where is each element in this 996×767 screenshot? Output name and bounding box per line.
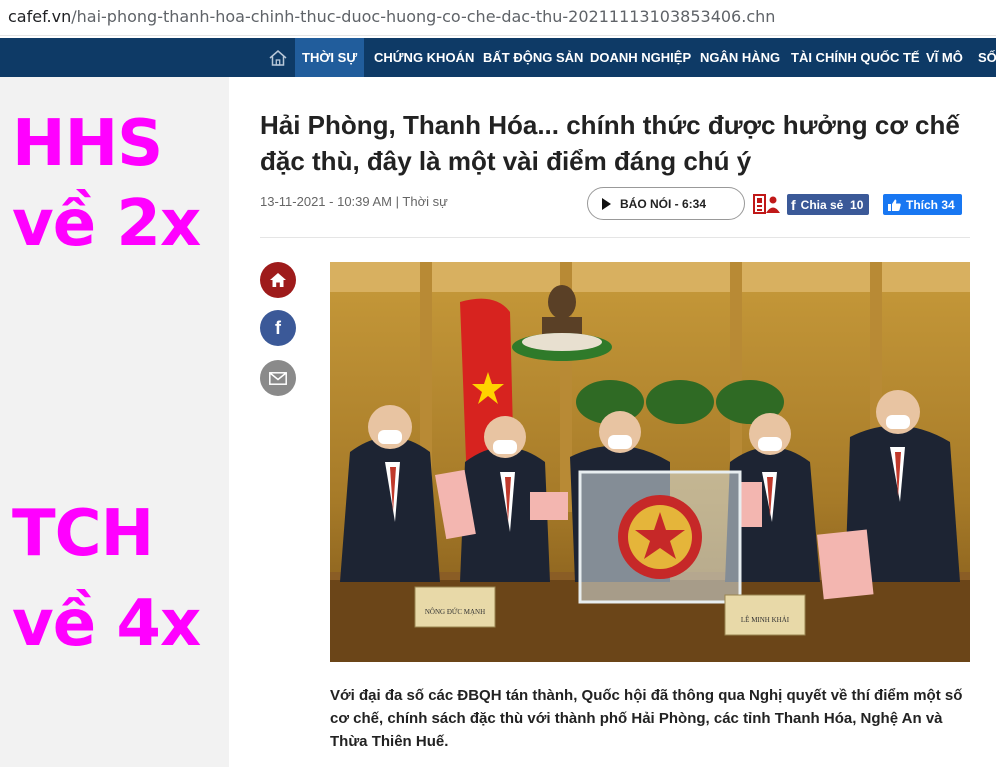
- left-sidebar: HHS về 2x TCH về 4x: [0, 77, 229, 767]
- facebook-icon: f: [791, 196, 796, 213]
- audio-play-button[interactable]: BÁO NÓI - 6:34: [587, 187, 745, 220]
- article-category[interactable]: Thời sự: [402, 194, 447, 209]
- facebook-button[interactable]: f: [260, 310, 296, 346]
- email-button[interactable]: [260, 360, 296, 396]
- overlay-text-hhs: HHS: [12, 107, 163, 181]
- like-label: Thích: [906, 197, 938, 212]
- nameplate-left: NÔNG ĐỨC MẠNH: [425, 608, 485, 616]
- facebook-icon: f: [275, 317, 281, 338]
- article-lead: Với đại đa số các ĐBQH tán thành, Quốc h…: [330, 687, 963, 750]
- share-label: Chia sẻ: [800, 197, 844, 212]
- nameplate-right: LÊ MINH KHẢI: [741, 616, 790, 624]
- mail-icon: [269, 371, 287, 385]
- browser-address-bar[interactable]: cafef.vn/hai-phong-thanh-hoa-chinh-thuc-…: [0, 0, 996, 36]
- article-date: 13-11-2021 - 10:39 AM: [260, 194, 393, 209]
- home-button[interactable]: [260, 262, 296, 298]
- nav-item-vi-mo[interactable]: VĨ MÔ: [919, 38, 970, 77]
- nav-item-tai-chinh-quoc-te[interactable]: TÀI CHÍNH QUỐC TẾ: [784, 38, 927, 77]
- nav-item-ngan-hang[interactable]: NGÂN HÀNG: [693, 38, 787, 77]
- overlay-text-hhs-target: về 2x: [12, 187, 201, 261]
- article-meta: 13-11-2021 - 10:39 AM | Thời sự: [260, 194, 448, 209]
- like-count: 34: [941, 197, 955, 212]
- facebook-share-button[interactable]: f Chia sẻ 10: [787, 194, 870, 215]
- share-count: 10: [850, 197, 864, 212]
- thumbs-up-icon: [888, 199, 901, 211]
- nav-item-thoi-su[interactable]: THỜI SỰ: [295, 38, 365, 77]
- overlay-text-tch: TCH: [12, 497, 154, 571]
- nav-item-chung-khoan[interactable]: CHỨNG KHOÁN: [367, 38, 481, 77]
- article-title: Hải Phòng, Thanh Hóa... chính thức được …: [260, 110, 960, 176]
- print-icon[interactable]: [753, 194, 783, 214]
- play-icon: [602, 197, 611, 210]
- home-icon: [270, 273, 286, 287]
- audio-label: BÁO NÓI - 6:34: [620, 196, 707, 211]
- home-icon[interactable]: [264, 38, 292, 77]
- main-navigation: THỜI SỰ CHỨNG KHOÁN BẤT ĐỘNG SẢN DOANH N…: [0, 38, 996, 77]
- overlay-text-tch-target: về 4x: [12, 587, 201, 661]
- nav-item-doanh-nghiep[interactable]: DOANH NGHIỆP: [583, 38, 698, 77]
- facebook-like-button[interactable]: Thích 34: [883, 194, 962, 215]
- news-photo-illustration: NÔNG ĐỨC MẠNH LÊ MINH KHẢI: [330, 262, 970, 662]
- url-text[interactable]: cafef.vn/hai-phong-thanh-hoa-chinh-thuc-…: [8, 7, 775, 26]
- meta-separator: |: [395, 194, 400, 209]
- article: Hải Phòng, Thanh Hóa... chính thức được …: [230, 77, 996, 767]
- nav-item-so[interactable]: SỐ: [971, 38, 996, 77]
- article-photo: NÔNG ĐỨC MẠNH LÊ MINH KHẢI: [330, 262, 970, 662]
- divider: [260, 237, 970, 238]
- nav-item-bat-dong-san[interactable]: BẤT ĐỘNG SẢN: [476, 38, 590, 77]
